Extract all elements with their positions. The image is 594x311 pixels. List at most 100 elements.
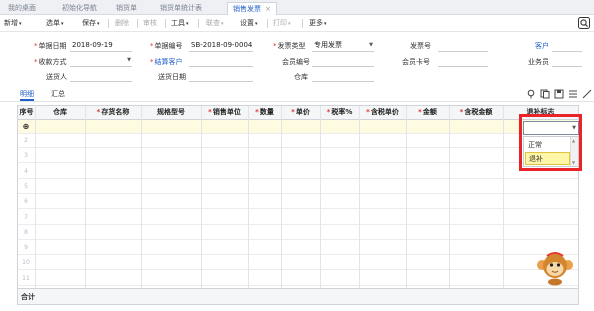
table-row[interactable]: 2	[18, 134, 578, 148]
column-divider	[35, 106, 36, 288]
link-query-button[interactable]: 联查▾	[206, 18, 224, 29]
tab-detail[interactable]: 明细	[20, 88, 34, 101]
toolbar: 新增▾ 选单▾ 保存▾ 删除 审核 工具▾ 联查▾ 设置▾ 打印▾ 更多▾	[0, 15, 594, 32]
row-number: 5	[24, 182, 28, 190]
settle-customer-label[interactable]: *结算客户	[150, 57, 183, 67]
column-header[interactable]: 仓库	[35, 106, 85, 120]
tab-sales-invoice[interactable]: 销售发票 ×	[227, 2, 277, 15]
member-no-field[interactable]	[312, 55, 374, 67]
copy-icon[interactable]	[540, 89, 550, 99]
row-number: 10	[22, 259, 30, 267]
filter-icon[interactable]	[568, 89, 578, 99]
more-button[interactable]: 更多▾	[309, 18, 327, 29]
column-header[interactable]: *销售单位	[201, 106, 248, 120]
expand-icon[interactable]	[582, 89, 592, 99]
option-refund[interactable]: 退补	[525, 152, 570, 165]
chevron-down-icon[interactable]: ▼	[572, 125, 576, 131]
new-button[interactable]: 新增▾	[4, 18, 22, 29]
search-icon[interactable]	[578, 17, 590, 29]
save-icon[interactable]	[554, 89, 564, 99]
table-row[interactable]: 8	[18, 226, 578, 240]
tab-sales-stats[interactable]: 销货单统计表	[160, 2, 202, 15]
row-number: 9	[24, 244, 28, 252]
dropdown-scrollbar[interactable]: ▲ ▼	[570, 137, 578, 166]
column-divider	[503, 106, 504, 288]
close-icon[interactable]: ×	[265, 5, 271, 13]
tab-init-nav[interactable]: 初始化导航	[62, 2, 97, 15]
toolbar-divider	[198, 19, 199, 28]
invoice-type-select[interactable]: 专用发票 ▼	[312, 40, 374, 52]
tab-bar: 我的桌面 初始化导航 销货单 销货单统计表 销售发票 ×	[0, 0, 594, 15]
option-normal[interactable]: 正常	[525, 139, 570, 152]
column-header[interactable]: *金额	[406, 106, 449, 120]
column-header[interactable]: *含税金额	[449, 106, 503, 120]
table-row[interactable]: 6	[18, 195, 578, 210]
column-header[interactable]: *税率%	[320, 106, 359, 120]
column-header[interactable]: 序号	[18, 106, 35, 120]
monkey-mascot-icon[interactable]	[534, 250, 576, 286]
table-row[interactable]: 3	[18, 149, 578, 164]
column-header[interactable]: *单价	[281, 106, 320, 120]
warehouse-field[interactable]	[312, 70, 374, 82]
column-divider	[85, 106, 86, 288]
invoice-no-field[interactable]	[438, 40, 488, 52]
doc-no-field[interactable]: SB-2018-09-0004	[189, 40, 253, 52]
column-header[interactable]: *含税单价	[359, 106, 406, 120]
doc-date-label: *单据日期	[34, 42, 67, 50]
tab-desktop[interactable]: 我的桌面	[8, 2, 36, 15]
tools-button[interactable]: 工具▾	[171, 18, 189, 29]
tab-sales-invoice-label: 销售发票	[233, 5, 261, 13]
salesman-label: 业务员	[528, 58, 549, 66]
column-header[interactable]: *数量	[248, 106, 281, 120]
table-row[interactable]: 9	[18, 241, 578, 256]
column-header[interactable]: *存货名称	[85, 106, 141, 120]
detail-grid: 序号 仓库 *存货名称 规格型号 *销售单位 *数量 *单价 *税率% *含税单价 *金额 *含税金…	[17, 105, 579, 305]
location-icon[interactable]	[526, 89, 536, 99]
doc-no-label: *单据编号	[150, 42, 183, 50]
total-label: 合计	[21, 293, 35, 301]
row-add-icon[interactable]: ⊕	[18, 120, 34, 133]
deliverer-field[interactable]	[70, 70, 132, 82]
member-card-field[interactable]	[438, 55, 488, 67]
payment-select[interactable]: ▼	[70, 55, 132, 67]
row-number: 7	[24, 213, 28, 221]
save-button[interactable]: 保存▾	[82, 18, 100, 29]
table-row[interactable]: 4	[18, 165, 578, 179]
tab-sales-order[interactable]: 销货单	[116, 2, 137, 15]
payment-label: *收款方式	[34, 58, 67, 66]
toolbar-divider	[137, 19, 138, 28]
chevron-down-icon: ▼	[127, 57, 131, 63]
column-divider	[201, 106, 202, 288]
settle-customer-field[interactable]	[189, 55, 253, 67]
column-divider	[248, 106, 249, 288]
column-divider	[141, 106, 142, 288]
table-row[interactable]: 5	[18, 180, 578, 194]
customer-label[interactable]: 客户	[535, 41, 549, 51]
member-card-label: 会员卡号	[402, 58, 430, 66]
delete-button[interactable]: 删除	[115, 18, 129, 29]
settings-button[interactable]: 设置▾	[240, 18, 258, 29]
warehouse-label: 仓库	[294, 73, 308, 81]
delivery-date-field[interactable]	[189, 70, 253, 82]
column-divider	[320, 106, 321, 288]
column-divider	[406, 106, 407, 288]
table-row[interactable]: 10	[18, 256, 578, 271]
row-number: 3	[24, 152, 28, 160]
customer-field[interactable]	[552, 40, 582, 52]
invoice-type-label: *发票类型	[273, 42, 306, 50]
table-row[interactable]: ⊕	[18, 120, 578, 134]
approve-button[interactable]: 审核	[143, 18, 157, 29]
print-button[interactable]: 打印▾	[273, 18, 291, 29]
salesman-field[interactable]	[552, 55, 582, 67]
select-button[interactable]: 选单▾	[46, 18, 64, 29]
row-number: 11	[22, 274, 30, 282]
toolbar-divider	[302, 19, 303, 28]
table-row[interactable]: 7	[18, 211, 578, 225]
doc-date-field[interactable]: 2018-09-19	[70, 40, 132, 52]
delivery-date-label: 送货日期	[158, 73, 186, 81]
table-row[interactable]: 11	[18, 272, 578, 286]
column-header[interactable]: 规格型号	[141, 106, 201, 120]
refund-flag-select[interactable]: ▼	[523, 121, 579, 135]
tab-summary[interactable]: 汇总	[51, 88, 65, 101]
column-divider	[359, 106, 360, 288]
